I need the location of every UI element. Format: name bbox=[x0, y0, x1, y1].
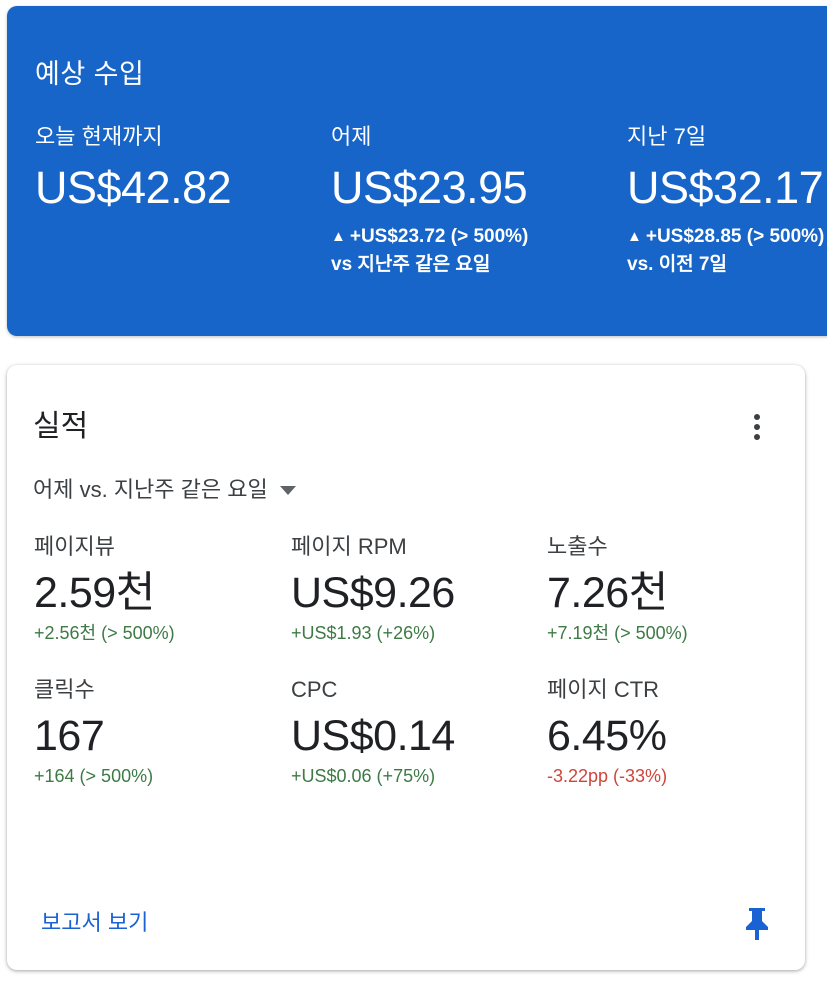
up-arrow-icon: ▲ bbox=[627, 228, 642, 245]
metric-change: -3.22pp (-33%) bbox=[547, 766, 668, 786]
metric-label: 페이지뷰 bbox=[34, 534, 115, 559]
earnings-yesterday-change-text: +US$23.72 (> 500%) bbox=[349, 226, 529, 247]
metric-clicks: 클릭수 167 +164 (> 500%) bbox=[34, 675, 153, 789]
earnings-yesterday: 어제 US$23.95 ▲ +US$23.72 (> 500%) vs 지난주 같… bbox=[331, 122, 528, 279]
earnings-yesterday-label: 어제 bbox=[331, 124, 372, 149]
view-report-link[interactable]: 보고서 보기 bbox=[41, 908, 148, 938]
earnings-yesterday-change: ▲ +US$23.72 (> 500%) bbox=[331, 224, 528, 251]
earnings-last-7-days-label: 지난 7일 bbox=[627, 124, 707, 149]
metric-change: +164 (> 500%) bbox=[34, 766, 154, 786]
metric-label: 페이지 RPM bbox=[291, 534, 407, 559]
more-vert-icon[interactable] bbox=[742, 407, 772, 447]
metric-label: CPC bbox=[291, 677, 338, 702]
comparison-period-dropdown[interactable]: 어제 vs. 지난주 같은 요일 bbox=[33, 475, 296, 505]
earnings-last-7-days-change: ▲ +US$28.85 (> 500%) bbox=[627, 224, 824, 251]
metric-value: 7.26천 bbox=[547, 569, 668, 617]
metric-impressions: 노출수 7.26천 +7.19천 (> 500%) bbox=[547, 532, 688, 646]
earnings-today: 오늘 현재까지 US$42.82 bbox=[35, 122, 232, 214]
up-arrow-icon: ▲ bbox=[331, 228, 346, 245]
metric-value: 167 bbox=[34, 712, 105, 760]
metric-value: US$9.26 bbox=[291, 569, 455, 617]
metric-change: +US$1.93 (+26%) bbox=[291, 623, 436, 643]
metric-value: 6.45% bbox=[547, 712, 667, 760]
pin-icon[interactable] bbox=[743, 905, 771, 941]
metric-label: 클릭수 bbox=[34, 677, 95, 702]
earnings-last-7-days-change-text: +US$28.85 (> 500%) bbox=[645, 226, 825, 247]
earnings-last-7-days-value: US$32.17 bbox=[627, 162, 824, 213]
performance-card: 실적 어제 vs. 지난주 같은 요일 페이지뷰 2.59천 +2.56천 (>… bbox=[7, 365, 805, 970]
metric-value: 2.59천 bbox=[34, 569, 155, 617]
earnings-last-7-days-compare: vs. 이전 7일 bbox=[627, 254, 727, 275]
caret-down-icon bbox=[279, 485, 296, 495]
earnings-today-label: 오늘 현재까지 bbox=[35, 124, 163, 149]
metric-change: +US$0.06 (+75%) bbox=[291, 766, 436, 786]
earnings-card-title: 예상 수입 bbox=[35, 59, 145, 89]
earnings-last-7-days: 지난 7일 US$32.17 ▲ +US$28.85 (> 500%) vs. 이… bbox=[627, 122, 824, 279]
estimated-earnings-card: 예상 수입 오늘 현재까지 US$42.82 어제 US$23.95 ▲ +US$… bbox=[7, 6, 827, 336]
metric-value: US$0.14 bbox=[291, 712, 455, 760]
metric-change: +7.19천 (> 500%) bbox=[547, 623, 688, 643]
earnings-today-value: US$42.82 bbox=[35, 162, 232, 213]
metric-change: +2.56천 (> 500%) bbox=[34, 623, 175, 643]
earnings-yesterday-compare: vs 지난주 같은 요일 bbox=[331, 254, 491, 275]
performance-card-title: 실적 bbox=[33, 410, 89, 443]
metric-label: 페이지 CTR bbox=[547, 677, 660, 702]
earnings-yesterday-value: US$23.95 bbox=[331, 162, 528, 213]
comparison-period-selected: 어제 vs. 지난주 같은 요일 bbox=[33, 477, 268, 502]
page: 예상 수입 오늘 현재까지 US$42.82 어제 US$23.95 ▲ +US$… bbox=[0, 0, 827, 984]
metric-page-ctr: 페이지 CTR 6.45% -3.22pp (-33%) bbox=[547, 675, 667, 789]
metric-pageviews: 페이지뷰 2.59천 +2.56천 (> 500%) bbox=[34, 532, 175, 646]
metric-label: 노출수 bbox=[547, 534, 608, 559]
metric-cpc: CPC US$0.14 +US$0.06 (+75%) bbox=[291, 675, 455, 789]
metric-page-rpm: 페이지 RPM US$9.26 +US$1.93 (+26%) bbox=[291, 532, 455, 646]
